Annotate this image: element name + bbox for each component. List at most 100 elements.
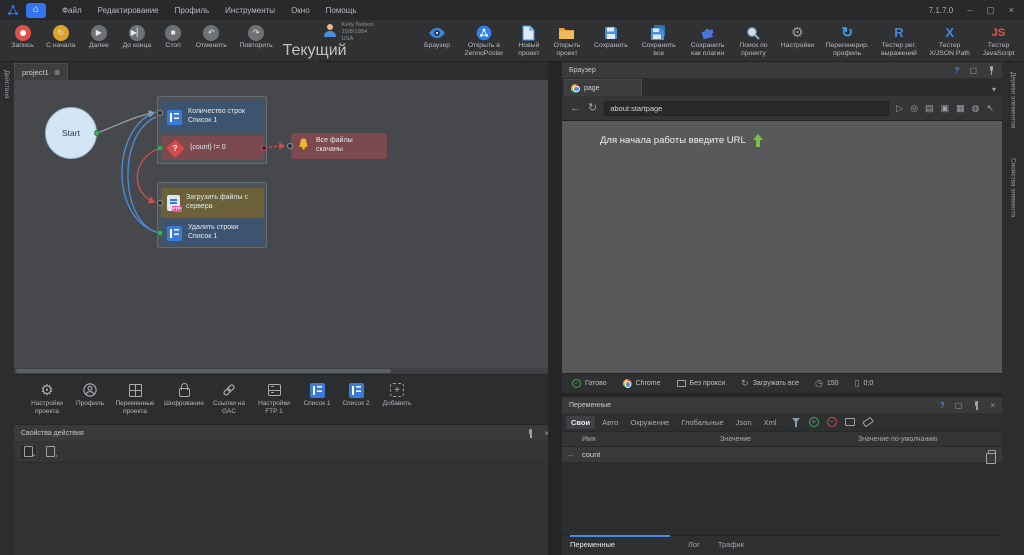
start-node[interactable]: Start	[45, 107, 97, 159]
regenerate-profile-button[interactable]: ↻ Перегенерир. профиль	[824, 23, 871, 58]
tab-log[interactable]: Лог	[688, 536, 700, 549]
column-name[interactable]: Имя	[578, 436, 720, 443]
list2-button[interactable]: Список 2	[341, 380, 371, 408]
node-download-files[interactable]: FTP Загрузить файлы с сервера	[161, 188, 264, 218]
close-icon[interactable]: ×	[1009, 5, 1014, 15]
step-button[interactable]: ▶ Далее	[84, 23, 113, 50]
pin-icon[interactable]	[987, 66, 995, 75]
target-icon[interactable]: ◎	[910, 104, 918, 113]
variables-table-body[interactable]	[562, 463, 1002, 535]
profile-section-button[interactable]: Профиль	[75, 380, 105, 408]
maximize-icon[interactable]: ▢	[969, 66, 977, 75]
browser-viewport[interactable]: Для начала работы введите URL	[562, 120, 1002, 373]
clear-variable-icon[interactable]	[862, 417, 874, 428]
project-variables-button[interactable]: Переменные проекта	[114, 380, 156, 416]
save-as-plugin-button[interactable]: Сохранить как плагин	[686, 23, 729, 58]
run-icon[interactable]: ▷	[896, 104, 903, 113]
project-search-button[interactable]: Поиск по проекту	[736, 23, 771, 58]
tab-variables[interactable]: Переменные	[570, 535, 670, 549]
column-value[interactable]: Значение	[720, 436, 858, 443]
emulation-settings-icon[interactable]: ▦	[956, 104, 965, 113]
download-input-port[interactable]	[157, 200, 163, 206]
element-tree-strip[interactable]: Дерево элементов	[1010, 72, 1017, 128]
tab-own-variables[interactable]: Свои	[566, 416, 595, 429]
condition-output-port[interactable]	[261, 145, 267, 151]
pages-icon[interactable]: ▣	[941, 104, 950, 113]
settings-button[interactable]: ⚙ Настройки	[778, 23, 817, 50]
status-engine[interactable]: Chrome	[636, 380, 661, 387]
javascript-tester-button[interactable]: JS Тестер JavaScript	[979, 23, 1018, 58]
start-output-port[interactable]	[94, 130, 100, 136]
list1-button[interactable]: Список 1	[302, 380, 332, 408]
web-settings-icon[interactable]: ◍	[972, 104, 980, 113]
run-to-end-button[interactable]: ▶▏ До конца	[120, 23, 153, 50]
gac-references-button[interactable]: Ссылки на GAC	[212, 380, 246, 416]
home-button[interactable]: ⌂	[26, 3, 46, 18]
help-icon[interactable]: ?	[940, 401, 945, 410]
status-timeout[interactable]: 150	[827, 380, 839, 387]
undo-button[interactable]: ↶ Отменить	[193, 23, 230, 50]
maximize-icon[interactable]: ▢	[986, 5, 995, 16]
status-proxy[interactable]: Без прокси	[690, 380, 726, 387]
tab-auto-variables[interactable]: Авто	[597, 416, 623, 429]
node-delete-lines[interactable]: Удалить строки Список 1	[161, 220, 264, 246]
menu-edit[interactable]: Редактирование	[98, 6, 159, 15]
select-element-icon[interactable]: ↖	[986, 104, 994, 113]
ftp-settings-button[interactable]: Настройки FTP 1	[255, 380, 293, 416]
add-action-tool-button[interactable]	[19, 444, 37, 460]
menu-help[interactable]: Помощь	[326, 6, 357, 15]
tab-environment-variables[interactable]: Окружение	[625, 416, 674, 429]
node-condition[interactable]: ? {count} != 0	[161, 136, 264, 160]
regex-tester-button[interactable]: R Тестер рег. выражений	[878, 23, 921, 58]
xjson-path-tester-button[interactable]: X Тестер X/JSON Path	[927, 23, 972, 58]
action-list-tool-button[interactable]	[41, 444, 59, 460]
add-variable-icon[interactable]: +	[809, 417, 819, 427]
count-input-port[interactable]	[157, 110, 163, 116]
browser-tab-page[interactable]: page	[564, 79, 642, 96]
save-all-button[interactable]: Сохранить все	[638, 23, 679, 58]
project-settings-button[interactable]: ⚙ Настройки проекта	[28, 380, 66, 416]
page-source-icon[interactable]: ▤	[925, 104, 934, 113]
tab-close-icon[interactable]: ⊗	[54, 68, 61, 77]
element-properties-strip[interactable]: Свойства элемента	[1010, 158, 1017, 217]
menu-file[interactable]: Файл	[62, 6, 82, 15]
save-button[interactable]: Сохранить	[591, 23, 632, 50]
close-icon[interactable]: ×	[990, 401, 995, 410]
maximize-icon[interactable]: ▢	[955, 401, 963, 410]
flowchart-canvas[interactable]: Start Количество строк Список 1 ? {count…	[14, 80, 556, 374]
chevron-down-icon[interactable]: ▾	[992, 85, 1000, 96]
browser-button[interactable]: Браузер	[421, 23, 454, 50]
add-section-button[interactable]: + Добавить	[380, 380, 414, 408]
tab-json[interactable]: Json	[731, 416, 757, 429]
menu-window[interactable]: Окно	[291, 6, 310, 15]
open-project-button[interactable]: Открыть проект	[550, 23, 583, 58]
condition-input-port[interactable]	[157, 145, 163, 151]
stop-button[interactable]: ■ Стоп	[160, 23, 185, 50]
reload-icon[interactable]: ↻	[588, 103, 597, 114]
back-icon[interactable]: ←	[570, 103, 581, 114]
delete-output-port[interactable]	[157, 230, 163, 236]
encryption-button[interactable]: Шифрование	[165, 380, 203, 408]
tab-xml[interactable]: Xml	[759, 416, 782, 429]
rename-variable-icon[interactable]	[845, 418, 855, 426]
copy-icon[interactable]	[988, 450, 996, 459]
open-in-zennoposter-button[interactable]: Открыть в ZennoPoster	[461, 23, 508, 58]
pin-icon[interactable]	[526, 429, 534, 438]
restart-button[interactable]: ↻ С начала	[44, 23, 77, 50]
new-project-button[interactable]: Новый проект	[514, 23, 543, 58]
node-alert[interactable]: Все файлы скачаны	[291, 133, 387, 159]
menu-tools[interactable]: Инструменты	[225, 6, 275, 15]
tab-global-variables[interactable]: Глобальные	[676, 416, 729, 429]
record-button[interactable]: Запись	[8, 23, 37, 50]
node-count-lines[interactable]: Количество строк Список 1	[161, 102, 264, 132]
help-icon[interactable]: ?	[955, 66, 960, 75]
redo-button[interactable]: ↷ Повторить	[237, 23, 276, 50]
table-row[interactable]: → count	[562, 447, 1002, 463]
status-load-mode[interactable]: Загружать все	[753, 380, 799, 387]
tab-project1[interactable]: project1 ⊗	[14, 63, 68, 80]
pin-icon[interactable]	[972, 401, 980, 410]
actions-collapsed-panel[interactable]: Действия	[0, 62, 14, 555]
column-default[interactable]: Значение по-умолчанию	[858, 436, 1002, 443]
url-input[interactable]: about:startpage	[604, 101, 889, 116]
minimize-icon[interactable]: –	[967, 5, 972, 15]
